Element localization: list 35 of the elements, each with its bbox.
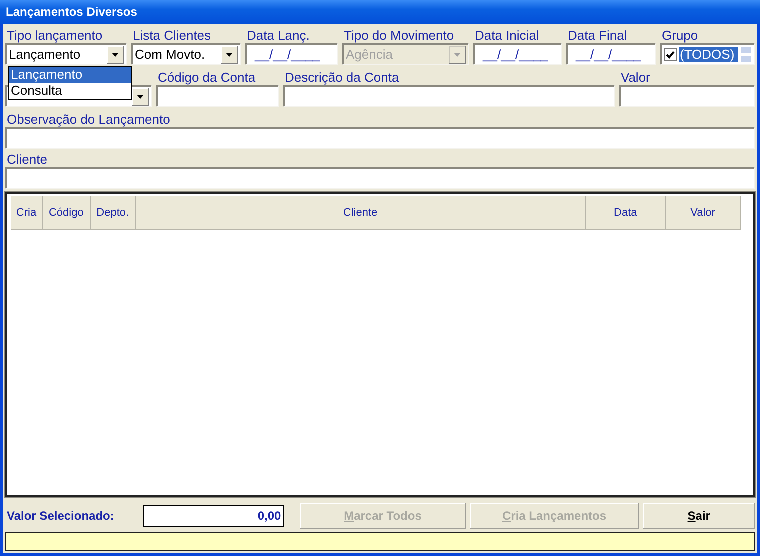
date-field[interactable]: __/__/____ (245, 43, 338, 65)
field-label: Valor Selecionado: (6, 509, 116, 524)
column-header[interactable]: Valor (666, 196, 741, 230)
dropdown-option[interactable]: Lançamento (9, 67, 131, 83)
field-label: Data Lanç. (246, 28, 311, 43)
date-field[interactable]: __/__/____ (566, 43, 656, 65)
field-label: Tipo lançamento (6, 28, 104, 43)
field-label: Código da Conta (157, 70, 257, 85)
column-header[interactable]: Depto. (90, 196, 136, 230)
field-label: Tipo do Movimento (343, 28, 456, 43)
field-label: Descrição da Conta (284, 70, 400, 85)
group-field[interactable]: (TODOS) (660, 43, 755, 65)
field-label: Valor (620, 70, 652, 85)
field-label: Lista Clientes (132, 28, 212, 43)
combo-box[interactable]: Lançamento (5, 43, 127, 65)
checkbox[interactable] (664, 48, 677, 61)
window-title: Lançamentos Diversos (0, 0, 760, 24)
column-header[interactable]: Data (586, 196, 666, 230)
date-field[interactable]: __/__/____ (473, 43, 562, 65)
input-field[interactable] (283, 85, 615, 107)
action-button[interactable]: Sair (643, 503, 755, 530)
column-header[interactable]: Cria (11, 196, 43, 230)
input-field[interactable] (619, 85, 755, 107)
field-label: Data Final (567, 28, 628, 43)
field-label: Observação do Lançamento (6, 112, 172, 127)
input-field[interactable] (5, 127, 755, 149)
combo-box[interactable]: Com Movto. (131, 43, 241, 65)
amount-field[interactable]: 0,00 (142, 505, 284, 528)
input-field[interactable] (156, 85, 279, 107)
column-header[interactable]: Código (42, 196, 91, 230)
input-field[interactable] (5, 167, 755, 189)
field-label: Grupo (661, 28, 700, 43)
column-header[interactable]: Cliente (136, 196, 586, 230)
field-label: Data Inicial (474, 28, 540, 43)
field-label: Cliente (6, 152, 48, 167)
